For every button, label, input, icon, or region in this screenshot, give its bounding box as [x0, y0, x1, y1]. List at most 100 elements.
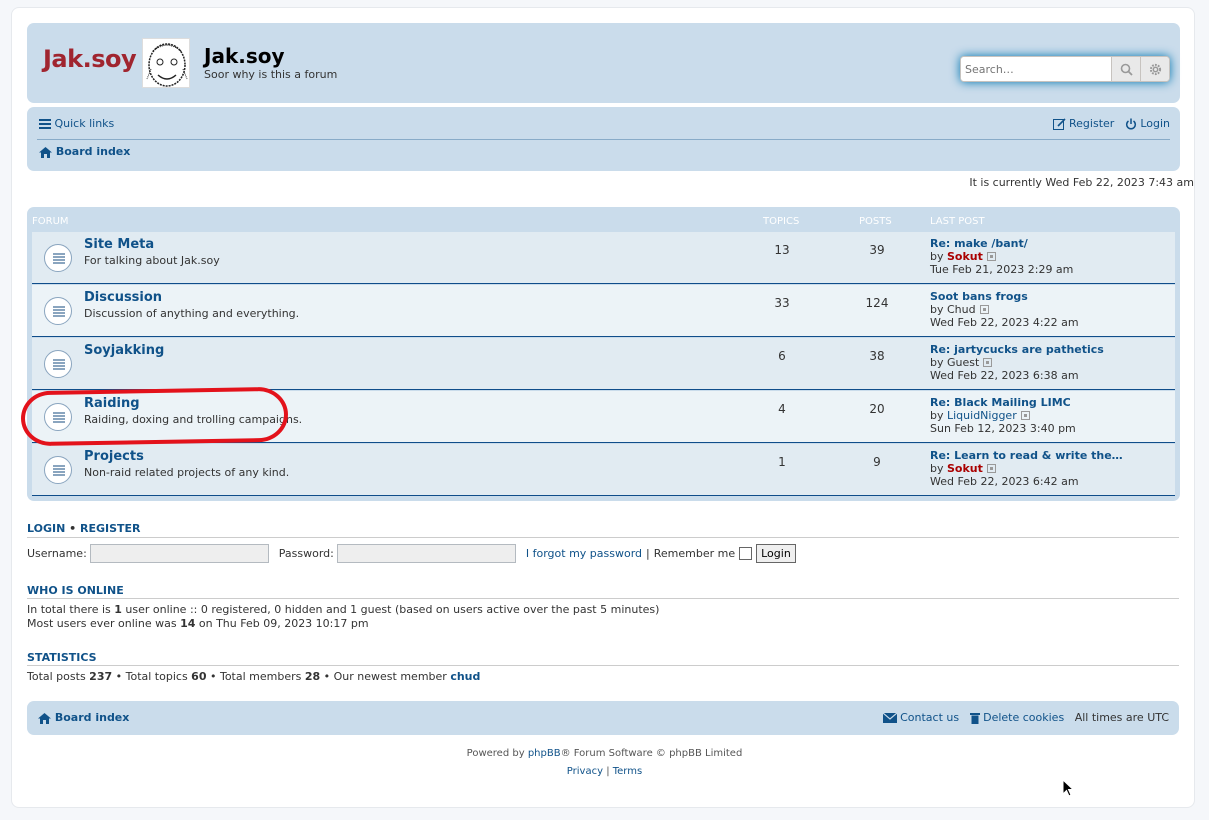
footer-board-index-label: Board index: [54, 711, 130, 724]
view-latest-post-icon[interactable]: [983, 358, 993, 367]
quick-links-menu[interactable]: Quick links: [39, 117, 114, 130]
home-icon: [38, 712, 51, 724]
forum-title-link[interactable]: Site Meta: [84, 237, 154, 252]
remember-me-checkbox[interactable]: [739, 546, 753, 560]
remember-me-label: Remember me: [653, 546, 736, 560]
contact-us-link[interactable]: Contact us: [882, 711, 963, 724]
gear-icon: [1149, 63, 1161, 75]
online-users-line: In total there is 1 user online :: 0 reg…: [27, 603, 659, 616]
who-is-online-heading[interactable]: WHO IS ONLINE: [27, 584, 124, 597]
login-link[interactable]: Login: [1125, 117, 1170, 130]
record-online-line: Most users ever online was 14 on Thu Feb…: [27, 617, 369, 630]
search-input[interactable]: [961, 57, 1111, 81]
register-link[interactable]: Register: [1052, 117, 1118, 130]
view-latest-post-icon[interactable]: [979, 305, 989, 314]
forum-row: Soyjakking 6 38 Re: jartycucks are pathetic…: [32, 338, 1175, 390]
powered-text: ® Forum Software © phpBB Limited: [560, 748, 743, 759]
last-post-title-link[interactable]: Re: Learn to read & write the…: [930, 449, 1123, 462]
topics-count: 1: [778, 455, 786, 469]
password-label: Password:: [278, 546, 334, 560]
username-field[interactable]: [89, 543, 269, 563]
posts-count: 39: [869, 243, 885, 257]
header-bar: Jak.soy Jak.soy Soor why is this a forum: [27, 23, 1180, 103]
privacy-link[interactable]: Privacy: [567, 766, 603, 777]
record-text: Most users ever online was: [27, 617, 181, 630]
pipe-separator: |: [646, 546, 650, 560]
last-post-title-link[interactable]: Re: jartycucks are pathetics: [930, 343, 1104, 356]
last-post-author[interactable]: Sokut: [947, 462, 983, 475]
register-heading-link[interactable]: REGISTER: [80, 522, 141, 535]
search-button[interactable]: [1111, 57, 1140, 81]
last-post-author[interactable]: Sokut: [947, 250, 983, 263]
footer-links: Privacy | Terms: [0, 766, 1209, 777]
delete-cookies-link[interactable]: Delete cookies: [969, 711, 1068, 724]
topics-count: 6: [778, 349, 786, 363]
statistics-line: Total posts 237 • Total topics 60 • Tota…: [27, 670, 480, 683]
breadcrumb-board-index[interactable]: Board index: [39, 145, 130, 158]
posts-count: 38: [869, 349, 885, 363]
last-post-title-link[interactable]: Re: make /bant/: [930, 237, 1028, 250]
forum-title-link[interactable]: Projects: [84, 449, 144, 464]
login-button[interactable]: Login: [756, 543, 796, 563]
trash-icon: [969, 713, 980, 724]
divider: [27, 598, 1179, 599]
stat-text: • Total members: [206, 670, 305, 683]
divider: [27, 665, 1179, 666]
stat-text: • Total topics: [112, 670, 192, 683]
header-last-post: LAST POST: [930, 216, 985, 227]
forgot-password-link[interactable]: I forgot my password: [526, 547, 642, 560]
header-forum: FORUM: [32, 216, 69, 227]
home-icon: [39, 146, 52, 158]
login-label: Login: [1140, 117, 1170, 130]
forum-read-icon: [44, 297, 72, 325]
view-latest-post-icon[interactable]: [986, 252, 996, 261]
last-post-info: Re: Learn to read & write the… by Sokut We…: [930, 449, 1123, 488]
last-post-by: by: [930, 356, 944, 369]
heading-bullet: •: [69, 522, 77, 535]
footer-board-index[interactable]: Board index: [38, 711, 129, 724]
last-post-date: Wed Feb 22, 2023 6:38 am: [930, 369, 1079, 382]
last-post-date: Sun Feb 12, 2023 3:40 pm: [930, 422, 1076, 435]
forum-title-link[interactable]: Raiding: [84, 396, 140, 411]
posts-count: 20: [869, 402, 885, 416]
last-post-date: Wed Feb 22, 2023 6:42 am: [930, 475, 1079, 488]
last-post-by: by: [930, 303, 944, 316]
search-icon: [1120, 63, 1133, 76]
posts-count: 9: [873, 455, 881, 469]
last-post-info: Re: make /bant/by Sokut Tue Feb 21, 2023 …: [930, 237, 1073, 276]
newest-member-link[interactable]: chud: [450, 670, 480, 683]
last-post-date: Tue Feb 21, 2023 2:29 am: [930, 263, 1074, 276]
last-post-info: Re: jartycucks are pathetics by Guest Wed …: [930, 343, 1104, 382]
online-text: In total there is: [27, 603, 115, 616]
last-post-author: Chud: [947, 303, 976, 316]
current-time: It is currently Wed Feb 22, 2023 7:43 am: [969, 176, 1194, 189]
forum-list: FORUM TOPICS POSTS LAST POST Site Meta Fo…: [27, 207, 1180, 501]
forum-row: Raiding Raiding, doxing and trolling camp…: [32, 391, 1175, 443]
site-logo[interactable]: Jak.soy: [43, 45, 137, 73]
site-description: Soor why is this a forum: [204, 68, 338, 81]
edit-icon: [1052, 118, 1066, 130]
phpbb-link[interactable]: phpBB: [528, 748, 561, 759]
password-field[interactable]: [336, 543, 516, 563]
forum-title-link[interactable]: Soyjakking: [84, 343, 164, 358]
powered-by: Powered by phpBB® Forum Software © phpBB…: [0, 748, 1209, 759]
logo-image: [142, 38, 190, 88]
delete-cookies-label: Delete cookies: [983, 711, 1065, 724]
terms-link[interactable]: Terms: [613, 766, 642, 777]
hamburger-icon: [39, 119, 51, 129]
advanced-search-button[interactable]: [1140, 57, 1169, 81]
last-post-title-link[interactable]: Re: Black Mailing LIMC: [930, 396, 1071, 409]
view-latest-post-icon[interactable]: [1020, 411, 1030, 420]
record-text: on Thu Feb 09, 2023 10:17 pm: [195, 617, 369, 630]
last-post-author[interactable]: LiquidNigger: [947, 409, 1017, 422]
board-index-label: Board index: [55, 145, 131, 158]
mouse-cursor-icon: [1062, 779, 1074, 797]
forum-title-link[interactable]: Discussion: [84, 290, 162, 305]
view-latest-post-icon[interactable]: [986, 464, 996, 473]
timezone-text: All times are: [1074, 711, 1148, 724]
nav-bar: Quick links Register Login Board index: [27, 107, 1180, 171]
last-post-by: by: [930, 462, 944, 475]
login-heading-link[interactable]: LOGIN: [27, 522, 65, 535]
last-post-title-link[interactable]: Soot bans frogs: [930, 290, 1028, 303]
topics-count: 33: [774, 296, 790, 310]
